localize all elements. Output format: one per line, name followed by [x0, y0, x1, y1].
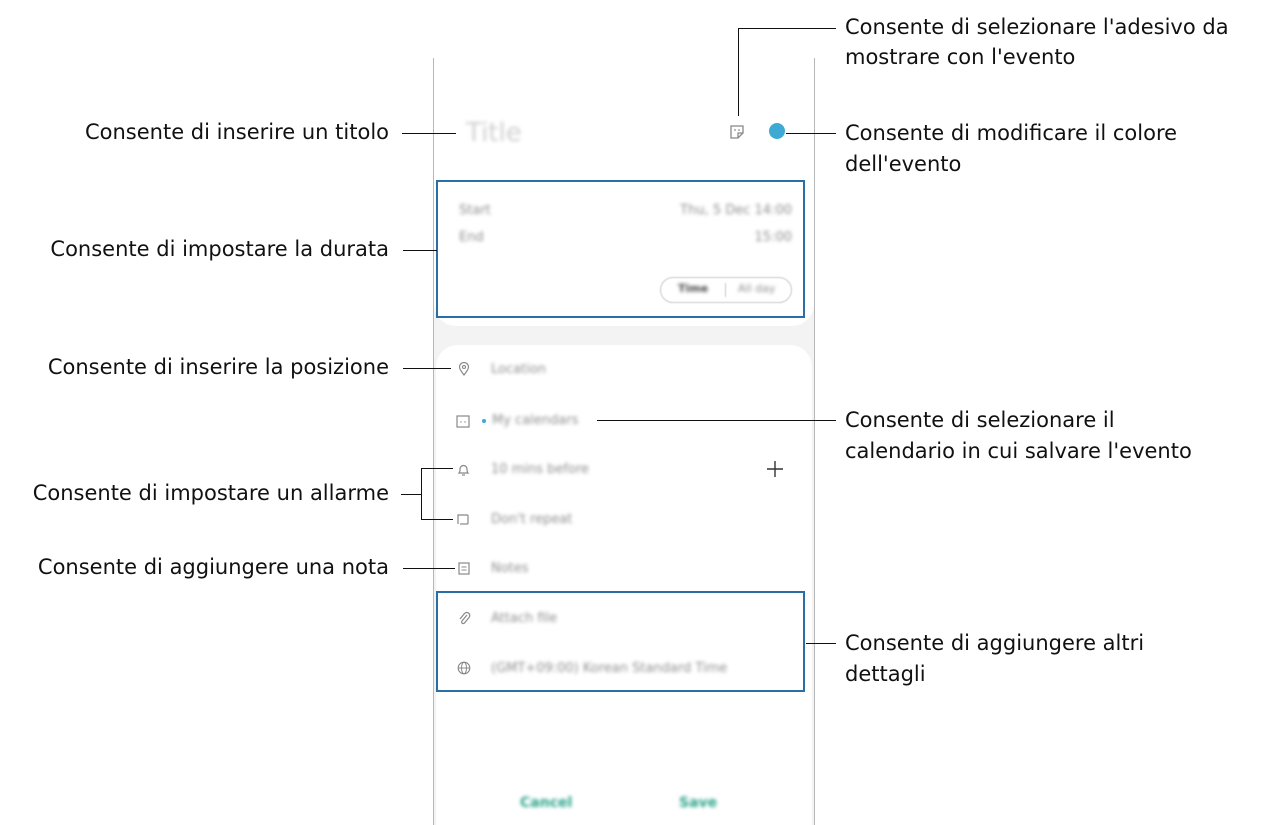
location-pin-icon [458, 362, 470, 376]
callout-details-line1: Consente di aggiungere altri [845, 631, 1145, 655]
calendar-leader-line [597, 420, 836, 421]
duration-highlight-box [436, 180, 805, 318]
alarm-bracket-bottom [421, 519, 453, 520]
callout-location: Consente di inserire la posizione [47, 355, 389, 379]
event-details-card: Location My calendars 10 mins before Don… [436, 345, 812, 825]
sticker-leader-vertical [738, 28, 739, 116]
details-highlight-box [436, 591, 805, 692]
title-input[interactable]: Title [466, 118, 522, 148]
callout-title: Consente di inserire un titolo [84, 120, 389, 144]
repeat-icon [457, 514, 469, 525]
callout-sticker-line1: Consente di selezionare l'adesivo da [845, 15, 1229, 39]
phone-screen: Title Start Thu, 5 Dec 14:00 End 15:00 T… [433, 58, 815, 825]
callout-calendar-line2: calendario in cui salvare l'evento [845, 439, 1192, 463]
alarm-bracket-line [421, 468, 422, 520]
calendar-color-dot [482, 419, 486, 423]
location-leader-line [403, 368, 451, 369]
callout-sticker-line2: mostrare con l'evento [845, 45, 1076, 69]
notes-icon [458, 562, 470, 575]
callout-color-line2: dell'evento [845, 152, 962, 176]
cancel-button[interactable]: Cancel [520, 795, 572, 811]
sticker-leader-horizontal [738, 28, 836, 29]
location-field[interactable]: Location [491, 362, 546, 377]
sticker-icon[interactable] [729, 124, 745, 140]
calendar-icon [456, 415, 470, 428]
repeat-field[interactable]: Don't repeat [491, 512, 572, 527]
alarm-bracket-top [421, 468, 453, 469]
color-leader-line [786, 133, 836, 134]
callout-duration: Consente di impostare la durata [50, 237, 389, 261]
details-leader-line [806, 643, 836, 644]
save-button[interactable]: Save [679, 795, 717, 811]
duration-leader-line [403, 250, 437, 251]
alarm-field[interactable]: 10 mins before [491, 462, 589, 477]
alarm-leader-line [401, 494, 422, 495]
event-color-dot[interactable] [769, 123, 785, 139]
callout-note: Consente di aggiungere una nota [37, 555, 389, 579]
callout-calendar-line1: Consente di selezionare il [845, 408, 1115, 432]
bell-icon [457, 464, 470, 476]
callout-details-line2: dettagli [845, 662, 926, 686]
calendar-field[interactable]: My calendars [492, 413, 578, 428]
callout-alarm: Consente di impostare un allarme [32, 481, 389, 505]
callout-color-line1: Consente di modificare il colore [845, 121, 1178, 145]
notes-field[interactable]: Notes [491, 561, 529, 576]
note-leader-line [403, 568, 455, 569]
title-leader-line [402, 133, 456, 134]
add-alarm-plus-icon[interactable] [766, 460, 784, 478]
